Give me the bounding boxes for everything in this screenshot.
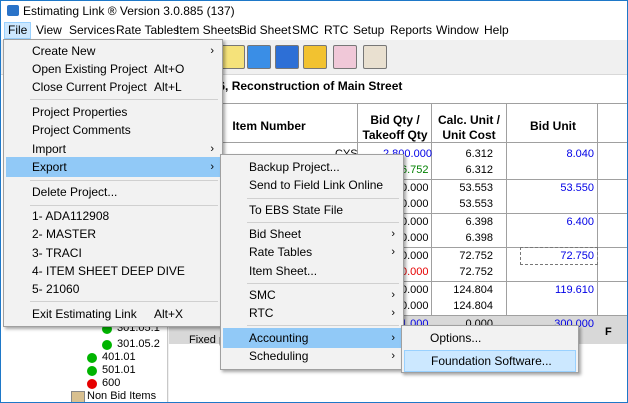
menu-item-send-field-link[interactable]: Send to Field Link Online xyxy=(223,175,401,195)
bid-qty-cell[interactable]: 0.000 xyxy=(401,249,429,263)
menu-item-bid-sheet[interactable]: Bid Sheet › xyxy=(223,224,401,244)
menu-item-project-properties[interactable]: Project Properties xyxy=(6,102,220,122)
header-calc-unit[interactable]: Calc. Unit / Unit Cost xyxy=(433,113,505,143)
tree-item-label[interactable]: 401.01 xyxy=(102,351,136,363)
header-bid-unit[interactable]: Bid Unit xyxy=(509,119,597,134)
list-icon[interactable] xyxy=(275,45,299,69)
tools-icon[interactable] xyxy=(363,45,387,69)
app-icon xyxy=(7,5,19,16)
menu-rate-tables[interactable]: Rate Tables xyxy=(113,23,182,38)
menu-item-import[interactable]: Import › xyxy=(6,139,220,159)
calc-unit-cell[interactable]: 53.553 xyxy=(459,181,493,195)
unit-cost-cell[interactable]: 6.312 xyxy=(465,163,493,177)
menu-item-smc[interactable]: SMC › xyxy=(223,285,401,305)
menu-item-create-new[interactable]: Create New › xyxy=(6,41,220,61)
menu-item-options[interactable]: Options... xyxy=(404,328,576,348)
title-bar: Estimating Link ® Version 3.0.885 (137) xyxy=(1,1,627,21)
menu-item-recent-1[interactable]: 1- ADA112908 xyxy=(6,206,220,226)
fixed-flag: F xyxy=(605,326,612,338)
menu-item-rtc[interactable]: RTC › xyxy=(223,303,401,323)
bid-unit-cell[interactable]: 53.550 xyxy=(560,181,594,195)
menu-item-accounting[interactable]: Accounting › xyxy=(223,328,401,348)
header-bid-qty[interactable]: Bid Qty / Takeoff Qty xyxy=(359,113,431,143)
menu-bid-sheet[interactable]: Bid Sheet xyxy=(236,23,294,38)
menu-rtc[interactable]: RTC xyxy=(321,23,351,38)
calc-unit-cell[interactable]: 6.398 xyxy=(465,215,493,229)
menu-item-foundation-software[interactable]: Foundation Software... xyxy=(404,350,576,372)
calc-unit-cell[interactable]: 6.312 xyxy=(465,147,493,161)
menu-item-recent-3[interactable]: 3- TRACI xyxy=(6,243,220,263)
takeoff-qty-cell[interactable]: 0.000 xyxy=(401,231,429,245)
menu-item-project-comments[interactable]: Project Comments xyxy=(6,120,220,140)
bid-qty-cell[interactable]: 0.000 xyxy=(401,181,429,195)
menu-item-ebs-state-file[interactable]: To EBS State File xyxy=(223,200,401,220)
edit-icon[interactable] xyxy=(221,45,245,69)
menu-item-scheduling[interactable]: Scheduling › xyxy=(223,346,401,366)
menu-file[interactable]: File xyxy=(4,22,32,39)
unit-cost-cell[interactable]: 6.398 xyxy=(465,231,493,245)
menu-item-rate-tables[interactable]: Rate Tables › xyxy=(223,242,401,262)
menu-item-recent-5[interactable]: 5- 21060 xyxy=(6,279,220,299)
export-submenu: Backup Project... Send to Field Link Onl… xyxy=(220,154,404,370)
app-window: Estimating Link ® Version 3.0.885 (137) … xyxy=(0,0,628,403)
menu-item-export[interactable]: Export › xyxy=(6,157,220,177)
bid-unit-cell[interactable]: 6.400 xyxy=(566,215,594,229)
status-dot xyxy=(102,340,112,350)
menu-item-backup-project[interactable]: Backup Project... xyxy=(223,157,401,177)
accounting-submenu: Options... Foundation Software... xyxy=(401,325,579,373)
menu-setup[interactable]: Setup xyxy=(350,23,387,38)
menu-item-open-project[interactable]: Open Existing Project Alt+O xyxy=(6,59,220,79)
sheet-icon[interactable] xyxy=(247,45,271,69)
menu-item-close-project[interactable]: Close Current Project Alt+L xyxy=(6,77,220,97)
menu-item-sheets[interactable]: Item Sheets xyxy=(173,23,243,38)
menu-item-exit[interactable]: Exit Estimating Link Alt+X xyxy=(6,304,220,324)
calc-unit-cell[interactable]: 124.804 xyxy=(453,283,493,297)
tree-item-label[interactable]: 501.01 xyxy=(102,364,136,376)
folder-icon[interactable] xyxy=(303,45,327,69)
menu-bar: File View Services Rate Tables Item Shee… xyxy=(1,21,627,40)
menu-window[interactable]: Window xyxy=(433,23,482,38)
menu-help[interactable]: Help xyxy=(481,23,512,38)
bid-unit-cell[interactable]: 8.040 xyxy=(566,147,594,161)
tree-item-label[interactable]: Non Bid Items xyxy=(87,390,156,402)
bid-qty-cell[interactable]: 0.000 xyxy=(401,215,429,229)
unit-cost-cell[interactable]: 72.752 xyxy=(459,265,493,279)
takeoff-qty-cell[interactable]: 0.000 xyxy=(401,197,429,211)
takeoff-qty-cell[interactable]: 0.000 xyxy=(401,299,429,313)
unit-cost-cell[interactable]: 53.553 xyxy=(459,197,493,211)
file-menu: Create New › Open Existing Project Alt+O C… xyxy=(3,39,223,327)
menu-view[interactable]: View xyxy=(33,23,65,38)
menu-smc[interactable]: SMC xyxy=(289,23,322,38)
status-dot xyxy=(87,379,97,389)
cost-icon[interactable] xyxy=(333,45,357,69)
status-dot xyxy=(87,366,97,376)
folder-icon xyxy=(71,391,85,402)
bid-unit-cell[interactable]: 72.750 xyxy=(560,249,594,263)
tree-item-label[interactable]: 301.05.2 xyxy=(117,338,160,350)
menu-item-delete-project[interactable]: Delete Project... xyxy=(6,182,220,202)
takeoff-qty-cell[interactable]: 0.000 xyxy=(401,265,429,279)
window-title: Estimating Link ® Version 3.0.885 (137) xyxy=(23,4,235,18)
tree-item-label[interactable]: 600 xyxy=(102,377,120,389)
status-dot xyxy=(87,353,97,363)
menu-services[interactable]: Services xyxy=(66,23,118,38)
takeoff-qty-cell[interactable]: 6.752 xyxy=(401,163,429,177)
bid-qty-cell[interactable]: 0.000 xyxy=(401,283,429,297)
menu-reports[interactable]: Reports xyxy=(387,23,435,38)
header-item-number[interactable]: Item Number xyxy=(229,119,309,134)
bid-unit-cell[interactable]: 119.610 xyxy=(555,283,594,297)
menu-item-recent-2[interactable]: 2- MASTER xyxy=(6,224,220,244)
calc-unit-cell[interactable]: 72.752 xyxy=(459,249,493,263)
menu-item-recent-4[interactable]: 4- ITEM SHEET DEEP DIVE xyxy=(6,261,220,281)
unit-cost-cell[interactable]: 124.804 xyxy=(453,299,493,313)
menu-item-item-sheet[interactable]: Item Sheet... xyxy=(223,261,401,281)
